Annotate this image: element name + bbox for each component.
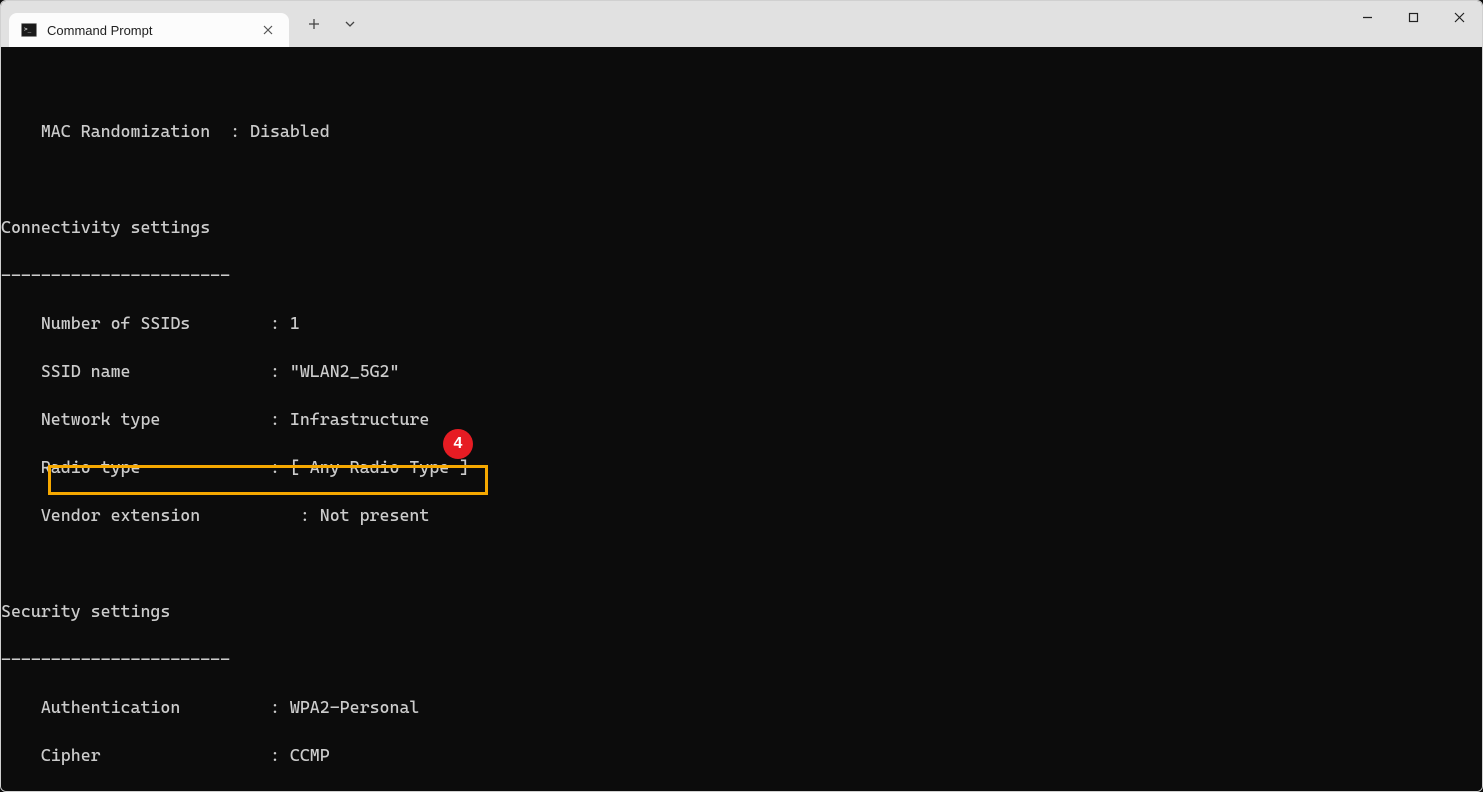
conn-line-value: Not present: [320, 505, 430, 525]
conn-line-label: Vendor extension :: [1, 505, 320, 525]
conn-line-value: [ Any Radio Type ]: [290, 457, 469, 477]
terminal-output: MAC Randomization : Disabled Connectivit…: [1, 95, 1482, 791]
new-tab-button[interactable]: [297, 9, 331, 39]
terminal-icon: >_: [21, 22, 37, 38]
terminal-viewport[interactable]: MAC Randomization : Disabled Connectivit…: [1, 47, 1482, 791]
window-controls: [1344, 1, 1482, 47]
window-frame: >_ Command Prompt: [0, 0, 1483, 792]
sec-line-label: Authentication :: [1, 697, 290, 717]
tab-dropdown-button[interactable]: [333, 9, 367, 39]
connectivity-heading: Connectivity settings: [1, 215, 1482, 239]
tab-actions: [297, 1, 367, 47]
tab-close-button[interactable]: [259, 21, 277, 39]
mac-label: MAC Randomization :: [1, 121, 250, 141]
conn-line-label: SSID name :: [1, 361, 290, 381]
tab-title: Command Prompt: [47, 23, 249, 38]
svg-text:>_: >_: [24, 26, 32, 33]
conn-line-label: Network type :: [1, 409, 290, 429]
conn-line-value: "WLAN2_5G2": [290, 361, 400, 381]
sec-line-value: CCMP: [290, 745, 330, 765]
connectivity-rule: -----------------------: [1, 263, 1482, 287]
sec-line-value: WPA2-Personal: [290, 697, 420, 717]
minimize-button[interactable]: [1344, 1, 1390, 33]
mac-value: Disabled: [250, 121, 330, 141]
conn-line-label: Number of SSIDs :: [1, 313, 290, 333]
sec-line-label: Cipher :: [1, 745, 290, 765]
tab-command-prompt[interactable]: >_ Command Prompt: [9, 13, 289, 47]
security-heading: Security settings: [1, 599, 1482, 623]
titlebar: >_ Command Prompt: [1, 1, 1482, 47]
close-button[interactable]: [1436, 1, 1482, 33]
tab-strip: >_ Command Prompt: [1, 1, 367, 47]
maximize-button[interactable]: [1390, 1, 1436, 33]
conn-line-value: Infrastructure: [290, 409, 429, 429]
conn-line-label: Radio type :: [1, 457, 290, 477]
security-rule: -----------------------: [1, 647, 1482, 671]
conn-line-value: 1: [290, 313, 300, 333]
